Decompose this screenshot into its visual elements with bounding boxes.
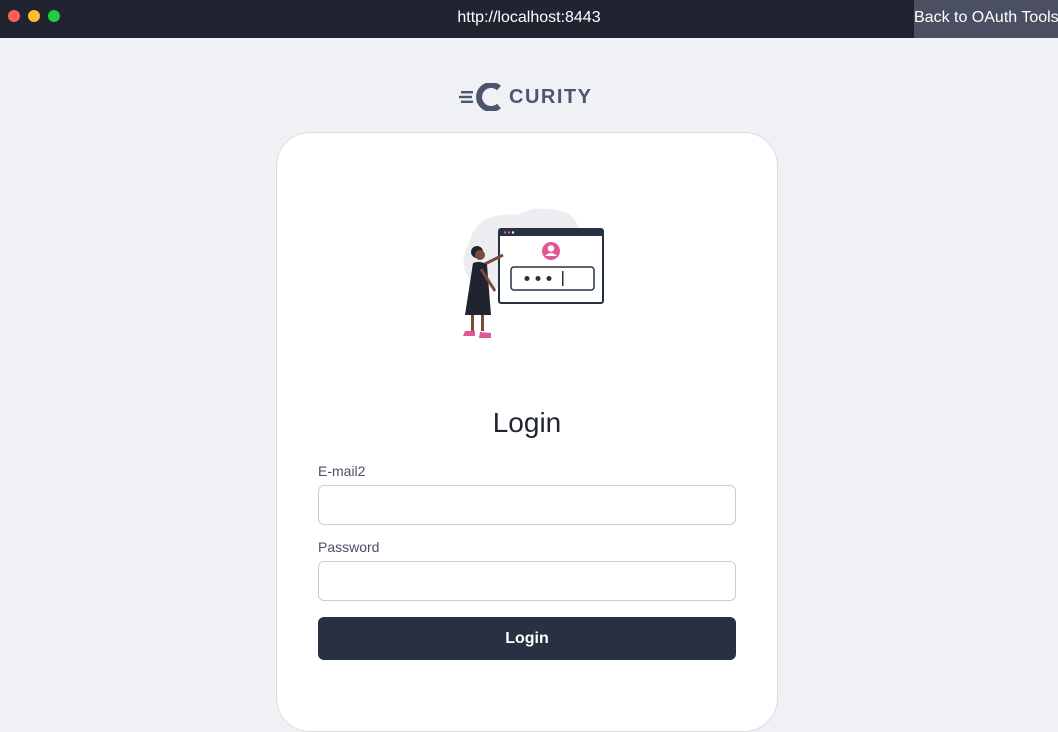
window-titlebar: http://localhost:8443 Back to OAuth Tool… [0, 0, 1058, 38]
login-card: Login E-mail2 Password Login [276, 132, 778, 732]
email-label: E-mail2 [318, 463, 366, 479]
email-field[interactable] [318, 485, 736, 525]
password-label: Password [318, 539, 380, 555]
curity-logo: CURITY [459, 82, 592, 112]
login-button[interactable]: Login [318, 617, 736, 660]
logo-text: CURITY [509, 85, 593, 108]
back-to-oauth-tools-button[interactable]: Back to OAuth Tools [914, 0, 1058, 38]
login-heading: Login [492, 407, 562, 438]
password-field[interactable] [318, 561, 736, 601]
curity-logo-icon [459, 83, 501, 111]
login-illustration-icon [463, 208, 604, 338]
window-url: http://localhost:8443 [457, 9, 601, 26]
